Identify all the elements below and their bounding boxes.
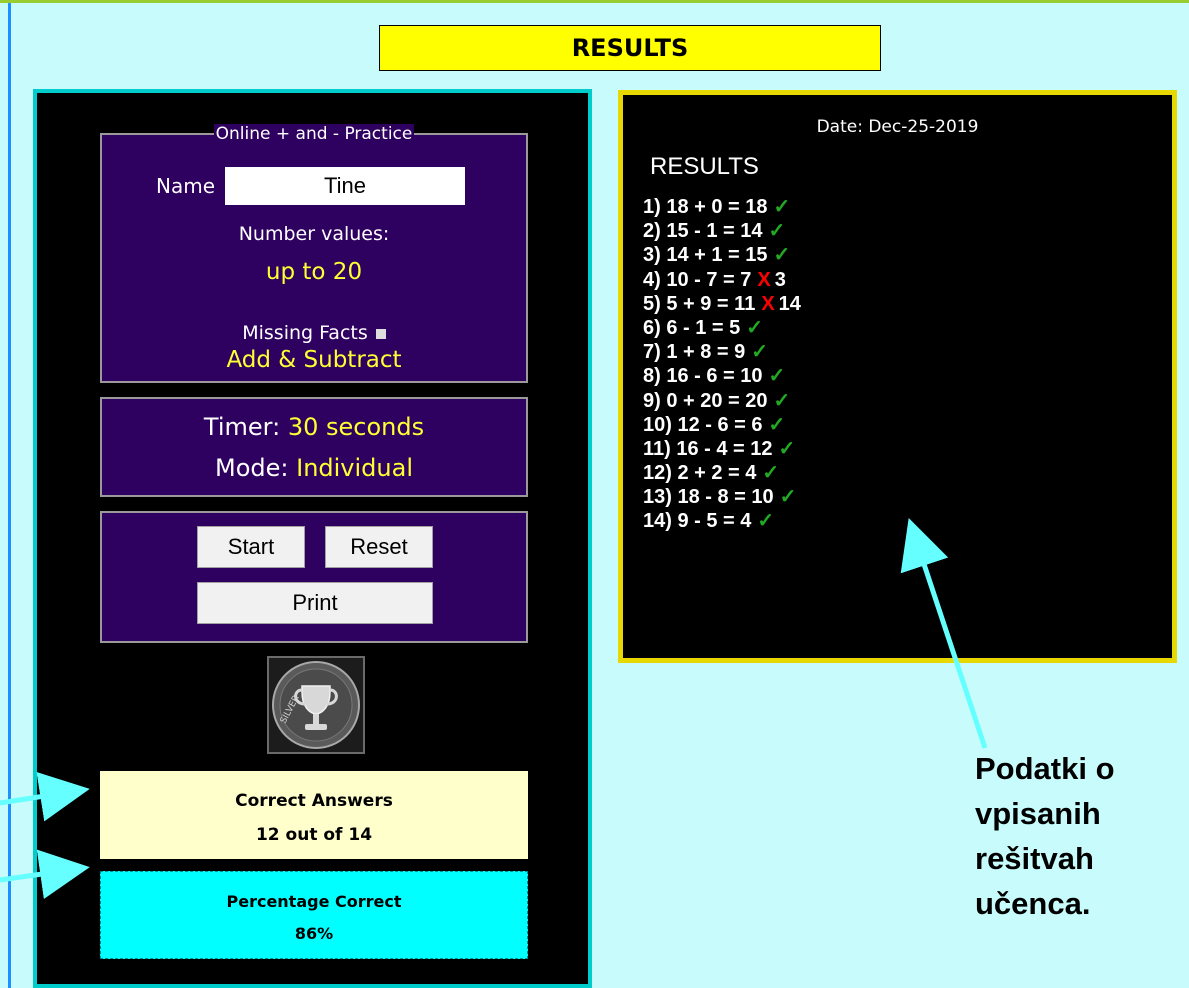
percentage-arrow (0, 849, 90, 899)
caption-arrow (900, 518, 988, 749)
correct-answers-arrow (0, 771, 90, 822)
annotation-arrows (0, 518, 988, 899)
